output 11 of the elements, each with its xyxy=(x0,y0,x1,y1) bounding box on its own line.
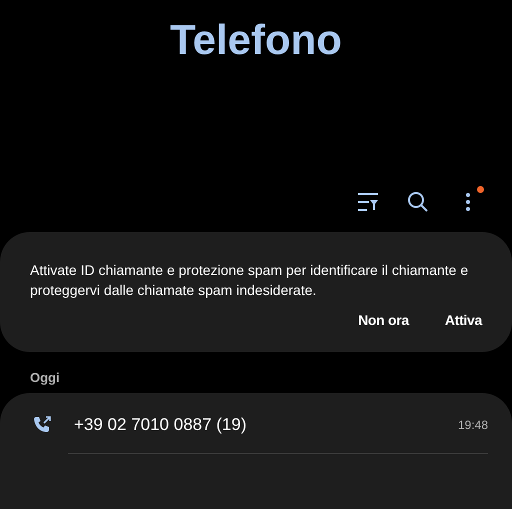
phone-number[interactable]: +39 02 7010 0887 (19) xyxy=(74,415,458,435)
call-time: 19:48 xyxy=(458,418,488,432)
search-icon xyxy=(407,191,429,213)
banner-action[interactable]: Non ora xyxy=(358,310,409,330)
more-icon xyxy=(465,192,471,212)
filter-icon xyxy=(357,192,379,212)
app-title: Telefono xyxy=(169,15,343,65)
banner-message: Attivate ID chiamante e protezione spam per identificare il chiamante e proteggervi dalle chiamate spam indesiderate. xyxy=(30,261,470,300)
section-header: Oggi xyxy=(29,369,61,387)
outgoing-call-icon xyxy=(32,415,52,435)
banner-action[interactable]: Attiva xyxy=(444,310,482,330)
